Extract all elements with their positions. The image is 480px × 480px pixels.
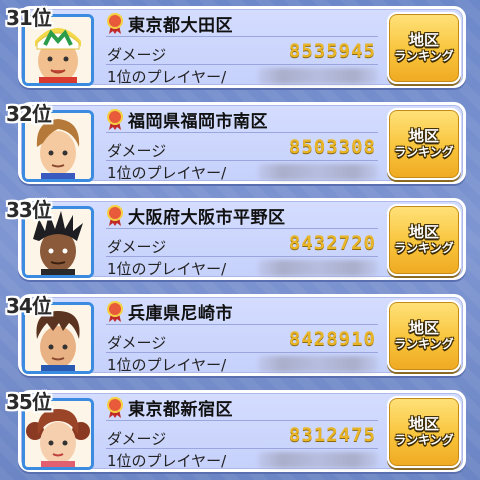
ranking-list: 31位 東京都大田区 ダメージ 8535945 1位のプレイヤー/ 地区 ランキ… (0, 0, 480, 480)
rank-label: 35位 (6, 390, 52, 414)
damage-value: 8312475 (288, 424, 376, 446)
area-ranking-button[interactable]: 地区 ランキング (387, 300, 461, 372)
area-ranking-button-sublabel: ランキング (394, 48, 454, 63)
player-name-blurred (258, 260, 378, 276)
area-ranking-button[interactable]: 地区 ランキング (387, 204, 461, 276)
area-ranking-button-sublabel: ランキング (394, 432, 454, 447)
area-ranking-button-sublabel: ランキング (394, 240, 454, 255)
top-player-label: 1位のプレイヤー/ (107, 68, 227, 86)
damage-value: 8428910 (288, 328, 376, 350)
top-player-label: 1位のプレイヤー/ (107, 452, 227, 470)
damage-label: ダメージ (107, 430, 167, 448)
rank-label: 33位 (6, 198, 52, 222)
player-name-blurred (258, 164, 378, 180)
top-player-label: 1位のプレイヤー/ (107, 260, 227, 278)
region-name: 東京都新宿区 (128, 400, 233, 420)
top-player-label: 1位のプレイヤー/ (107, 164, 227, 182)
area-ranking-button-label: 地区 (408, 127, 439, 146)
area-ranking-button-label: 地区 (408, 31, 439, 50)
area-ranking-button[interactable]: 地区 ランキング (387, 12, 461, 84)
rank-label: 31位 (6, 6, 52, 30)
ranking-row: 33位 大阪府大阪市平野区 ダメージ 8432720 1位のプレイヤー/ 地区 … (0, 192, 480, 284)
divider (106, 132, 378, 133)
ribbon-icon (107, 205, 123, 226)
damage-label: ダメージ (107, 238, 167, 256)
divider (106, 228, 378, 229)
damage-label: ダメージ (107, 334, 167, 352)
region-name: 福岡県福岡市南区 (128, 112, 268, 132)
player-name-blurred (258, 356, 378, 372)
region-name: 大阪府大阪市平野区 (128, 208, 286, 228)
ribbon-icon (107, 301, 123, 322)
damage-value: 8432720 (288, 232, 376, 254)
player-name-blurred (258, 68, 378, 84)
ranking-row: 34位 兵庫県尼崎市 ダメージ 8428910 1位のプレイヤー/ 地区 ランキ… (0, 288, 480, 380)
divider (106, 324, 378, 325)
area-ranking-button-label: 地区 (408, 223, 439, 242)
area-ranking-button-sublabel: ランキング (394, 336, 454, 351)
area-ranking-button-label: 地区 (408, 415, 439, 434)
damage-value: 8503308 (288, 136, 376, 158)
rank-label: 34位 (6, 294, 52, 318)
area-ranking-button-sublabel: ランキング (394, 144, 454, 159)
top-player-label: 1位のプレイヤー/ (107, 356, 227, 374)
ranking-row: 35位 東京都新宿区 ダメージ 8312475 1位のプレイヤー/ 地区 ランキ… (0, 384, 480, 476)
divider (106, 64, 378, 65)
divider (106, 36, 378, 37)
damage-label: ダメージ (107, 142, 167, 160)
ribbon-icon (107, 397, 123, 418)
divider (106, 420, 378, 421)
region-name: 兵庫県尼崎市 (128, 304, 233, 324)
divider (106, 352, 378, 353)
area-ranking-button[interactable]: 地区 ランキング (387, 108, 461, 180)
region-name: 東京都大田区 (128, 16, 233, 36)
damage-value: 8535945 (288, 40, 376, 62)
ribbon-icon (107, 13, 123, 34)
rank-label: 32位 (6, 102, 52, 126)
ribbon-icon (107, 109, 123, 130)
ranking-row: 31位 東京都大田区 ダメージ 8535945 1位のプレイヤー/ 地区 ランキ… (0, 0, 480, 92)
ranking-row: 32位 福岡県福岡市南区 ダメージ 8503308 1位のプレイヤー/ 地区 ラ… (0, 96, 480, 188)
divider (106, 448, 378, 449)
divider (106, 160, 378, 161)
player-name-blurred (258, 452, 378, 468)
area-ranking-button-label: 地区 (408, 319, 439, 338)
damage-label: ダメージ (107, 46, 167, 64)
divider (106, 256, 378, 257)
area-ranking-button[interactable]: 地区 ランキング (387, 396, 461, 468)
